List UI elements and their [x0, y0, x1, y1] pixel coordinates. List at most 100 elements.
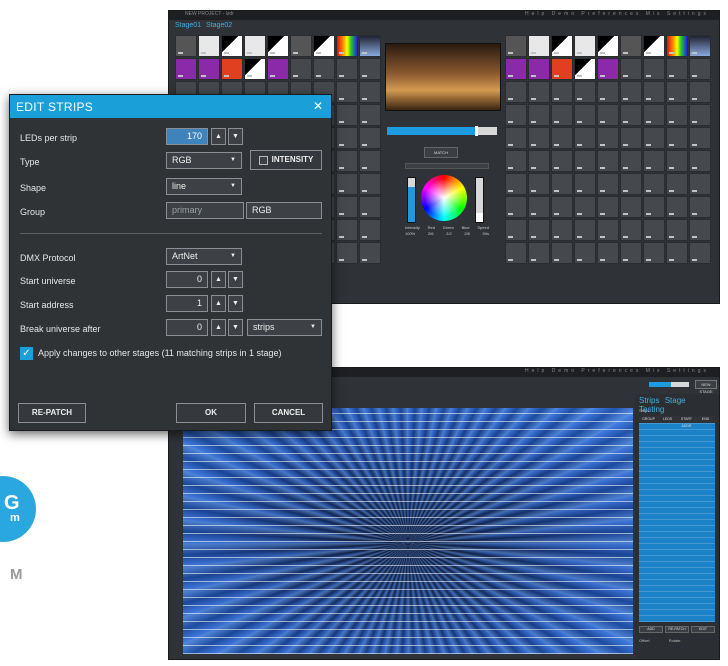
clip-cell[interactable]	[620, 81, 642, 103]
start-universe-increment-button[interactable]: ▲	[211, 271, 226, 288]
break-universe-increment-button[interactable]: ▲	[211, 319, 226, 336]
preview-progress-knob[interactable]	[475, 126, 478, 136]
clip-cell[interactable]	[336, 81, 358, 103]
clip-cell[interactable]	[574, 150, 596, 172]
tab-strips[interactable]: Strips	[639, 396, 659, 405]
clip-cell[interactable]	[551, 35, 573, 57]
ok-button[interactable]: OK	[176, 403, 246, 423]
clip-cell[interactable]	[643, 104, 665, 126]
dmx-protocol-select[interactable]: ArtNet ▼	[166, 248, 242, 265]
clip-cell[interactable]	[574, 127, 596, 149]
clip-cell[interactable]	[528, 150, 550, 172]
clip-cell[interactable]	[336, 58, 358, 80]
clip-cell[interactable]	[551, 104, 573, 126]
clip-cell[interactable]	[597, 104, 619, 126]
clip-cell[interactable]	[689, 150, 711, 172]
clip-cell[interactable]	[689, 196, 711, 218]
clip-cell[interactable]	[643, 127, 665, 149]
clip-cell[interactable]	[198, 35, 220, 57]
tab-stage01[interactable]: Stage01	[175, 22, 201, 29]
clip-cell[interactable]	[574, 242, 596, 264]
clip-cell[interactable]	[574, 219, 596, 241]
tab-stage02[interactable]: Stage02	[206, 22, 232, 29]
clip-cell[interactable]	[597, 196, 619, 218]
clip-cell[interactable]	[336, 104, 358, 126]
leds-per-strip-input[interactable]: 170	[166, 128, 208, 145]
clip-cell[interactable]	[620, 242, 642, 264]
clip-cell[interactable]	[359, 242, 381, 264]
start-universe-input[interactable]: 0	[166, 271, 208, 288]
clip-cell[interactable]	[620, 150, 642, 172]
clip-cell[interactable]	[505, 150, 527, 172]
clip-cell[interactable]	[336, 173, 358, 195]
shape-select[interactable]: line ▼	[166, 178, 242, 195]
clip-cell[interactable]	[689, 127, 711, 149]
clip-cell[interactable]	[359, 150, 381, 172]
break-universe-decrement-button[interactable]: ▼	[228, 319, 243, 336]
clip-cell[interactable]	[689, 242, 711, 264]
clip-cell[interactable]	[689, 104, 711, 126]
clip-cell[interactable]	[336, 150, 358, 172]
clip-cell[interactable]	[244, 58, 266, 80]
clip-cell[interactable]	[528, 104, 550, 126]
clip-cell[interactable]	[198, 58, 220, 80]
clip-cell[interactable]	[620, 58, 642, 80]
start-address-decrement-button[interactable]: ▼	[228, 295, 243, 312]
clip-cell[interactable]	[551, 219, 573, 241]
clip-cell[interactable]	[505, 173, 527, 195]
clip-cell[interactable]	[290, 58, 312, 80]
clip-cell[interactable]	[620, 173, 642, 195]
clip-cell[interactable]	[336, 242, 358, 264]
clip-cell[interactable]	[551, 173, 573, 195]
clip-cell[interactable]	[597, 81, 619, 103]
clip-cell[interactable]	[597, 58, 619, 80]
group-name-input[interactable]: primary	[166, 202, 244, 219]
clip-cell[interactable]	[666, 104, 688, 126]
strips-table-rows[interactable]	[639, 423, 715, 622]
clip-cell[interactable]	[528, 35, 550, 57]
clip-cell[interactable]	[643, 196, 665, 218]
break-unit-select[interactable]: strips ▼	[247, 319, 322, 336]
clip-cell[interactable]	[666, 173, 688, 195]
clip-cell[interactable]	[689, 81, 711, 103]
add-button[interactable]: ADD	[639, 626, 663, 633]
clip-cell[interactable]	[267, 35, 289, 57]
top-window-menu[interactable]: Help Demo Preferences Mix Settings	[525, 11, 709, 17]
match-button[interactable]: MATCH	[424, 147, 458, 158]
clip-cell[interactable]	[574, 104, 596, 126]
clip-cell[interactable]	[574, 81, 596, 103]
clip-cell[interactable]	[359, 35, 381, 57]
clip-cell[interactable]	[643, 173, 665, 195]
clip-cell[interactable]	[359, 127, 381, 149]
start-universe-decrement-button[interactable]: ▼	[228, 271, 243, 288]
clip-cell[interactable]	[505, 58, 527, 80]
clip-cell[interactable]	[505, 196, 527, 218]
clip-cell[interactable]	[505, 81, 527, 103]
clip-cell[interactable]	[643, 242, 665, 264]
intensity-slider[interactable]	[407, 177, 416, 223]
bottom-top-slider[interactable]	[649, 382, 689, 387]
clip-cell[interactable]	[643, 219, 665, 241]
clip-cell[interactable]	[597, 150, 619, 172]
clip-cell[interactable]	[597, 242, 619, 264]
clip-cell[interactable]	[313, 35, 335, 57]
clip-cell[interactable]	[689, 58, 711, 80]
start-address-input[interactable]: 1	[166, 295, 208, 312]
preview-progress-bar[interactable]	[387, 126, 497, 136]
clip-cell[interactable]	[643, 81, 665, 103]
clip-cell[interactable]	[574, 35, 596, 57]
led-stage-visualizer[interactable]	[183, 408, 633, 654]
leds-increment-button[interactable]: ▲	[211, 128, 226, 145]
clip-cell[interactable]	[505, 35, 527, 57]
clip-cell[interactable]	[666, 58, 688, 80]
clip-cell[interactable]	[359, 196, 381, 218]
clip-cell[interactable]	[359, 81, 381, 103]
color-wheel[interactable]	[421, 175, 467, 221]
clip-cell[interactable]	[528, 58, 550, 80]
clip-cell[interactable]	[666, 219, 688, 241]
clip-cell[interactable]	[336, 196, 358, 218]
clip-cell[interactable]	[528, 242, 550, 264]
clip-cell[interactable]	[221, 58, 243, 80]
clip-cell[interactable]	[666, 81, 688, 103]
clip-cell[interactable]	[505, 242, 527, 264]
